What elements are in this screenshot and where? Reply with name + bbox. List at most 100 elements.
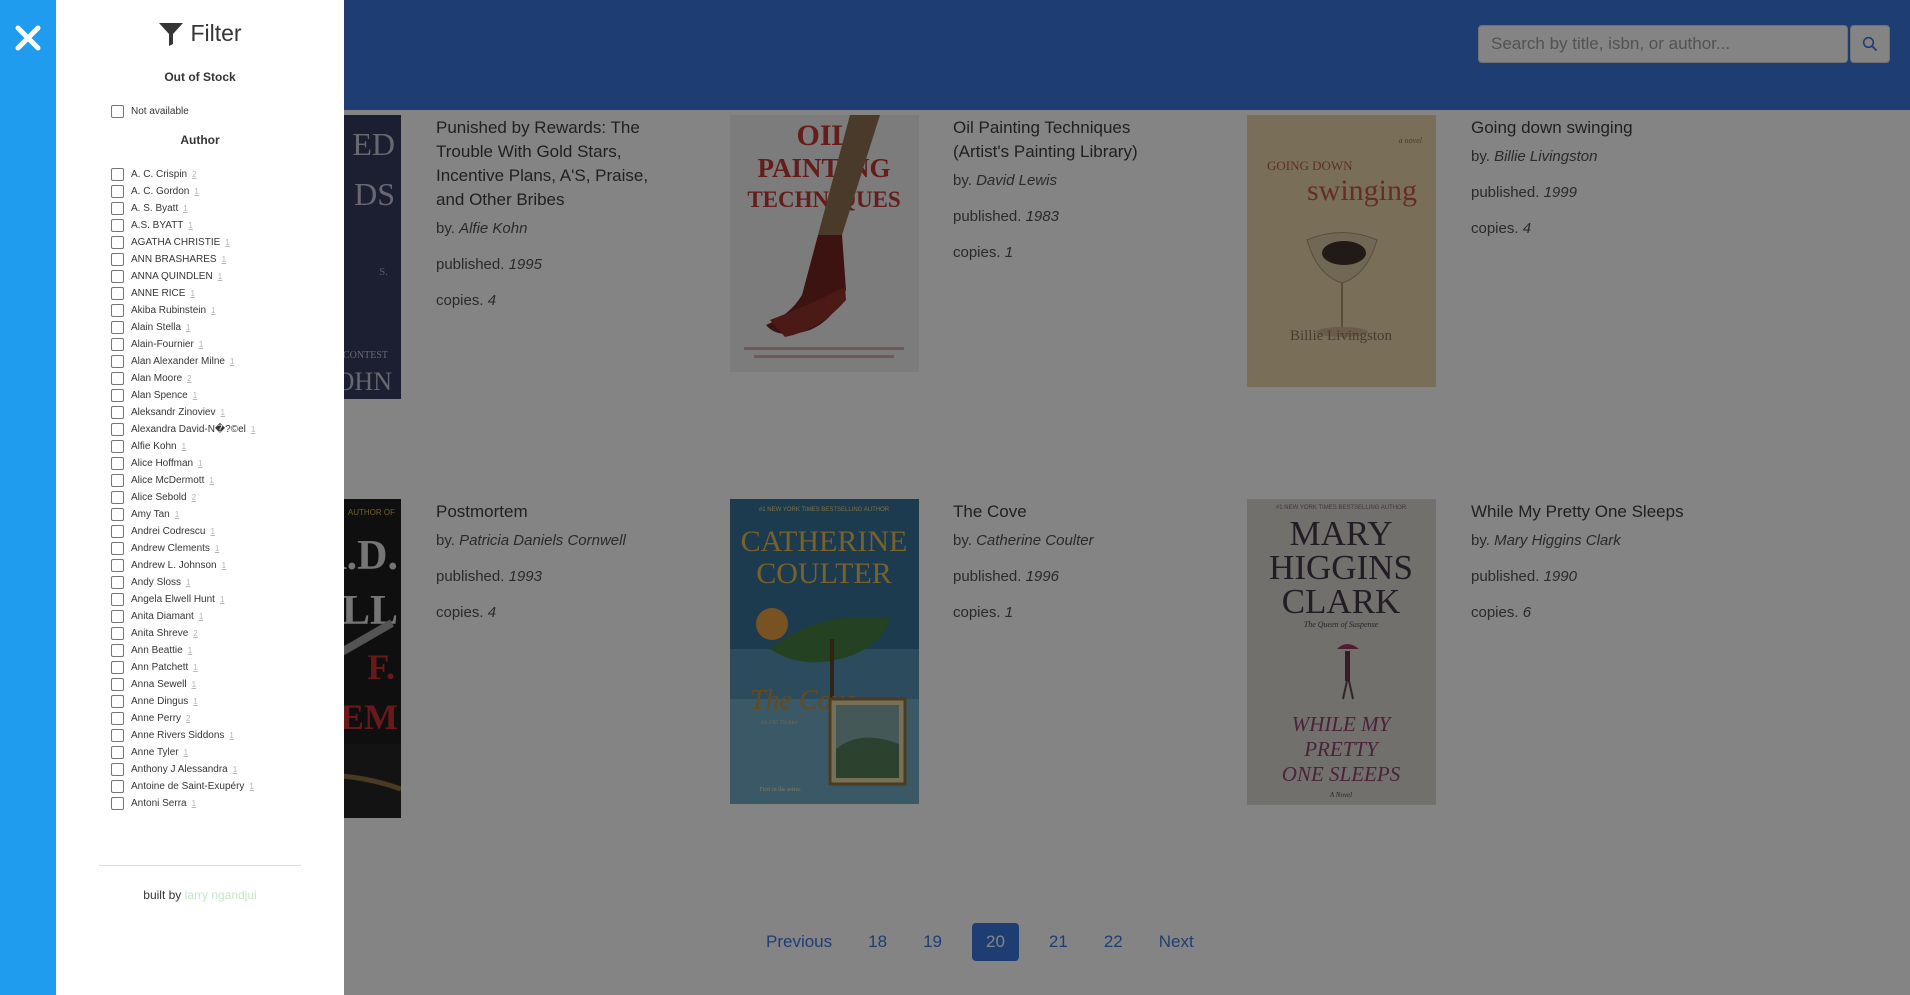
author-filter-count[interactable]: 1 (211, 306, 215, 315)
author-filter-item[interactable]: ANN BRASHARES 1 (56, 251, 344, 268)
not-available-filter[interactable]: Not available (111, 103, 189, 120)
checkbox[interactable] (111, 525, 124, 538)
author-filter-item[interactable]: Andrew L. Johnson 1 (56, 557, 344, 574)
author-filter-count[interactable]: 1 (183, 204, 187, 213)
checkbox[interactable] (111, 593, 124, 606)
author-filter-count[interactable]: 1 (233, 765, 237, 774)
checkbox[interactable] (111, 797, 124, 810)
author-filter-count[interactable]: 1 (188, 646, 192, 655)
author-filter-count[interactable]: 1 (194, 187, 198, 196)
checkbox[interactable] (111, 236, 124, 249)
author-filter-item[interactable]: Alice Sebold 2 (56, 489, 344, 506)
author-filter-count[interactable]: 1 (199, 340, 203, 349)
author-filter-item[interactable]: Ann Patchett 1 (56, 659, 344, 676)
checkbox[interactable] (111, 457, 124, 470)
author-filter-item[interactable]: ANNE RICE 1 (56, 285, 344, 302)
author-filter-item[interactable]: Ann Beattie 1 (56, 642, 344, 659)
author-filter-item[interactable]: Alexandra David-N�?©el 1 (56, 421, 344, 438)
author-filter-item[interactable]: Amy Tan 1 (56, 506, 344, 523)
checkbox[interactable] (111, 610, 124, 623)
author-filter-count[interactable]: 1 (209, 476, 213, 485)
author-filter-item[interactable]: Anthony J Alessandra 1 (56, 761, 344, 778)
author-filter-item[interactable]: A.S. BYATT 1 (56, 217, 344, 234)
author-filter-count[interactable]: 1 (225, 238, 229, 247)
checkbox[interactable] (111, 678, 124, 691)
author-filter-item[interactable]: A. C. Gordon 1 (56, 183, 344, 200)
checkbox[interactable] (111, 440, 124, 453)
author-filter-item[interactable]: Alain Stella 1 (56, 319, 344, 336)
author-filter-item[interactable]: Anne Rivers Siddons 1 (56, 727, 344, 744)
author-filter-count[interactable]: 1 (249, 782, 253, 791)
checkbox[interactable] (111, 185, 124, 198)
author-filter-count[interactable]: 1 (199, 612, 203, 621)
checkbox[interactable] (111, 253, 124, 266)
author-filter-count[interactable]: 1 (184, 748, 188, 757)
author-filter-item[interactable]: Akiba Rubinstein 1 (56, 302, 344, 319)
checkbox[interactable] (111, 695, 124, 708)
author-filter-item[interactable]: Anne Perry 2 (56, 710, 344, 727)
author-filter-count[interactable]: 1 (186, 578, 190, 587)
checkbox[interactable] (111, 372, 124, 385)
author-filter-count[interactable]: 1 (188, 221, 192, 230)
checkbox[interactable] (111, 287, 124, 300)
checkbox[interactable] (111, 661, 124, 674)
author-filter-item[interactable]: Anne Tyler 1 (56, 744, 344, 761)
checkbox[interactable] (111, 746, 124, 759)
author-filter-item[interactable]: Anna Sewell 1 (56, 676, 344, 693)
checkbox[interactable] (111, 559, 124, 572)
checkbox[interactable] (111, 712, 124, 725)
author-filter-count[interactable]: 1 (190, 289, 194, 298)
author-filter-count[interactable]: 1 (193, 697, 197, 706)
author-filter-count[interactable]: 1 (192, 680, 196, 689)
built-by-author-link[interactable]: larry ngandjui (185, 888, 257, 902)
author-filter-count[interactable]: 1 (198, 459, 202, 468)
checkbox[interactable] (111, 321, 124, 334)
author-filter-item[interactable]: Alfie Kohn 1 (56, 438, 344, 455)
author-filter-list[interactable]: A. C. Crispin 2 A. C. Gordon 1 A. S. Byatt 1 A… (56, 166, 344, 815)
author-filter-count[interactable]: 2 (193, 629, 197, 638)
author-filter-count[interactable]: 1 (182, 442, 186, 451)
author-filter-item[interactable]: Alan Alexander Milne 1 (56, 353, 344, 370)
checkbox[interactable] (111, 542, 124, 555)
checkbox[interactable] (111, 406, 124, 419)
author-filter-item[interactable]: Antoine de Saint-Exupéry 1 (56, 778, 344, 795)
author-filter-item[interactable]: Angela Elwell Hunt 1 (56, 591, 344, 608)
checkbox[interactable] (111, 168, 124, 181)
author-filter-item[interactable]: Alice Hoffman 1 (56, 455, 344, 472)
checkbox[interactable] (111, 644, 124, 657)
author-filter-count[interactable]: 2 (192, 170, 196, 179)
author-filter-count[interactable]: 2 (192, 493, 196, 502)
checkbox[interactable] (111, 763, 124, 776)
author-filter-item[interactable]: Anita Shreve 2 (56, 625, 344, 642)
checkbox[interactable] (111, 270, 124, 283)
author-filter-item[interactable]: Alice McDermott 1 (56, 472, 344, 489)
author-filter-item[interactable]: Alan Moore 2 (56, 370, 344, 387)
checkbox[interactable] (111, 508, 124, 521)
author-filter-item[interactable]: Antoni Serra 1 (56, 795, 344, 812)
checkbox[interactable] (111, 389, 124, 402)
checkbox[interactable] (111, 355, 124, 368)
checkbox[interactable] (111, 491, 124, 504)
author-filter-count[interactable]: 1 (186, 323, 190, 332)
author-filter-item[interactable]: ANNA QUINDLEN 1 (56, 268, 344, 285)
author-filter-count[interactable]: 1 (251, 425, 255, 434)
checkbox[interactable] (111, 423, 124, 436)
author-filter-count[interactable]: 1 (229, 731, 233, 740)
author-filter-count[interactable]: 1 (218, 272, 222, 281)
checkbox[interactable] (111, 627, 124, 640)
author-filter-item[interactable]: AGATHA CHRISTIE 1 (56, 234, 344, 251)
author-filter-count[interactable]: 1 (230, 357, 234, 366)
author-filter-item[interactable]: A. C. Crispin 2 (56, 166, 344, 183)
checkbox[interactable] (111, 780, 124, 793)
checkbox[interactable] (111, 729, 124, 742)
author-filter-item[interactable]: Aleksandr Zinoviev 1 (56, 404, 344, 421)
author-filter-count[interactable]: 1 (220, 408, 224, 417)
author-filter-item[interactable]: Anita Diamant 1 (56, 608, 344, 625)
author-filter-count[interactable]: 1 (193, 663, 197, 672)
checkbox[interactable] (111, 474, 124, 487)
author-filter-count[interactable]: 1 (210, 527, 214, 536)
close-button[interactable] (12, 22, 44, 54)
author-filter-count[interactable]: 1 (222, 255, 226, 264)
checkbox[interactable] (111, 338, 124, 351)
author-filter-item[interactable]: Andy Sloss 1 (56, 574, 344, 591)
